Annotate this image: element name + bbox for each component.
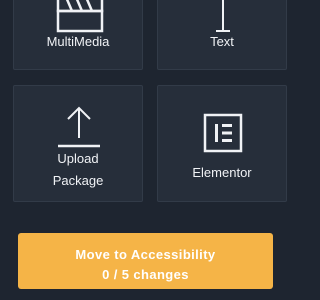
cta-subtitle: 0 / 5 changes (102, 267, 189, 282)
upload-icon (58, 106, 100, 148)
widget-elementor[interactable]: Elementor (157, 85, 287, 202)
clapperboard-icon (56, 0, 104, 33)
widget-label: Elementor (192, 165, 252, 180)
widget-upload-package[interactable]: Upload Package (13, 85, 143, 202)
text-cursor-icon (216, 0, 230, 32)
widget-label-line: Upload (57, 151, 99, 166)
elementor-icon (203, 113, 243, 153)
widget-multimedia[interactable]: MultiMedia (13, 0, 143, 70)
move-to-accessibility-button[interactable]: Move to Accessibility 0 / 5 changes (18, 233, 273, 289)
widget-label-line: Package (52, 173, 104, 188)
widget-label: Text (210, 34, 234, 49)
cta-title: Move to Accessibility (75, 247, 216, 262)
widget-label: MultiMedia (46, 34, 110, 49)
widget-text[interactable]: Text (157, 0, 287, 70)
